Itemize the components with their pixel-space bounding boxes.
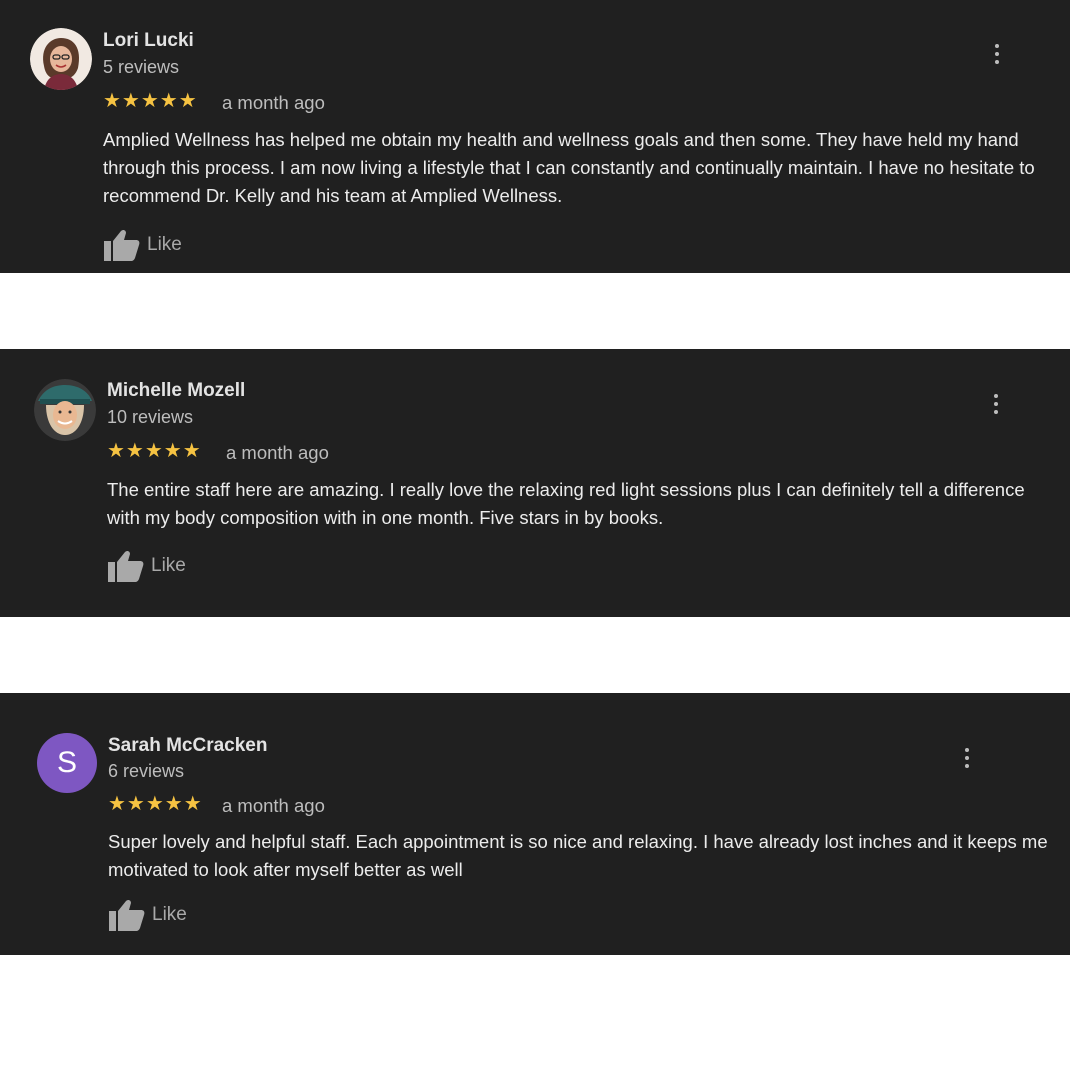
like-button[interactable]: Like [103, 228, 182, 262]
thumbs-up-icon [109, 899, 145, 931]
reviewer-name[interactable]: Lori Lucki [103, 30, 194, 52]
thumbs-up-icon [108, 550, 144, 582]
review-card: Lori Lucki 5 reviews ★★★★★ a month ago A… [0, 0, 1070, 273]
avatar[interactable] [34, 379, 96, 441]
like-label: Like [152, 904, 187, 925]
like-button[interactable]: Like [108, 898, 187, 932]
review-count[interactable]: 5 reviews [103, 57, 179, 78]
review-text: The entire staff here are amazing. I rea… [107, 479, 1025, 528]
reviewer-name[interactable]: Michelle Mozell [107, 380, 245, 402]
review-time: a month ago [226, 442, 329, 463]
review-card: Michelle Mozell 10 reviews ★★★★★ a month… [0, 349, 1070, 617]
more-options-icon[interactable] [957, 744, 977, 772]
review-count[interactable]: 10 reviews [107, 407, 193, 428]
star-rating: ★★★★★ [108, 793, 203, 815]
reviewer-name[interactable]: Sarah McCracken [108, 735, 267, 757]
star-rating: ★★★★★ [107, 440, 202, 462]
avatar[interactable] [30, 28, 92, 90]
review-text: Super lovely and helpful staff. Each app… [108, 831, 1048, 880]
more-options-icon[interactable] [986, 390, 1006, 418]
review-time: a month ago [222, 92, 325, 113]
review-text: Amplied Wellness has helped me obtain my… [103, 129, 1035, 206]
review-card: S Sarah McCracken 6 reviews ★★★★★ a mont… [0, 693, 1070, 955]
avatar[interactable]: S [37, 733, 97, 793]
review-time: a month ago [222, 795, 325, 816]
like-label: Like [151, 555, 186, 576]
avatar-letter: S [56, 746, 77, 779]
star-rating: ★★★★★ [103, 90, 198, 112]
like-button[interactable]: Like [107, 549, 186, 583]
like-label: Like [147, 234, 182, 255]
more-options-icon[interactable] [987, 40, 1007, 68]
review-count[interactable]: 6 reviews [108, 761, 184, 782]
thumbs-up-icon [104, 229, 140, 261]
